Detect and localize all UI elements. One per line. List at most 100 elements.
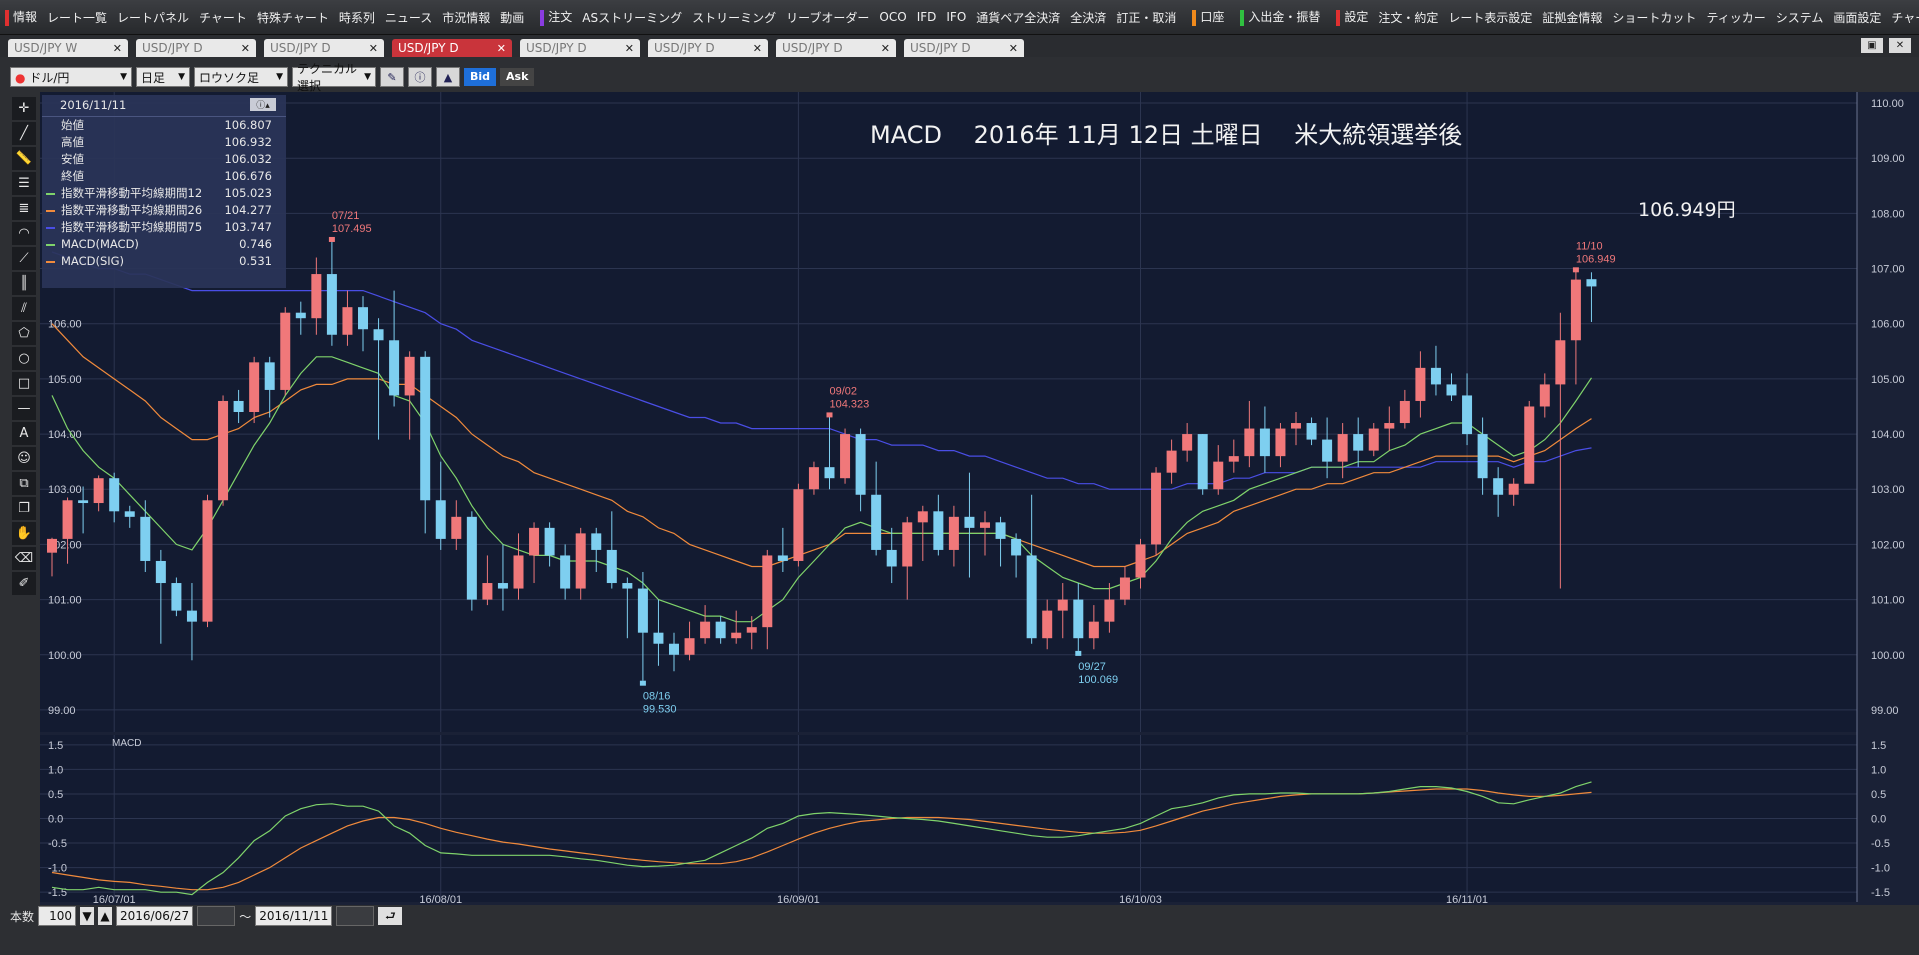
menu-item[interactable]: 情報 <box>0 8 42 26</box>
technical-select[interactable]: テクニカル選択 ▼ <box>292 62 376 93</box>
count-up-button[interactable]: ▲ <box>98 907 113 925</box>
candle-down <box>264 362 275 390</box>
channel-tool[interactable]: ⫽ <box>12 297 36 320</box>
menu-item[interactable]: ショートカット <box>1607 9 1701 26</box>
trendline-tool[interactable]: ╱ <box>12 122 36 145</box>
series-swatch <box>46 176 55 178</box>
hand-tool[interactable]: ✋ <box>12 522 36 545</box>
to-time-input[interactable] <box>336 906 375 926</box>
menu-item[interactable]: ニュース <box>380 9 437 26</box>
info-button[interactable]: ⓘ <box>408 67 432 87</box>
close-tab-icon[interactable]: ✕ <box>241 42 250 55</box>
info-rows: 始値 106.807 高値 106.932 安値 106.032 終値 106.676 指数平滑… <box>42 117 286 270</box>
chart-tab[interactable]: USD/JPY D ✕ <box>904 39 1024 57</box>
menu-item[interactable]: チャート <box>194 9 252 26</box>
menu-item[interactable]: チャート <box>1886 9 1919 26</box>
menu-item[interactable]: IFO <box>941 10 971 24</box>
candle-down <box>669 643 679 655</box>
menu-item[interactable]: 市況情報 <box>437 9 495 26</box>
menu-item[interactable]: 設定 <box>1331 8 1373 26</box>
menu-item[interactable]: ティッカー <box>1701 9 1770 26</box>
menu-item[interactable]: 入出金・振替 <box>1235 8 1325 26</box>
horizontal-lines-tool[interactable]: ☰ <box>12 172 36 195</box>
close-tab-icon[interactable]: ✕ <box>881 42 890 55</box>
menu-item[interactable]: レート一覧 <box>42 9 112 26</box>
icon-stamp-tool[interactable]: ☺ <box>12 447 36 470</box>
currency-pair-select[interactable]: ● ドル/円 ▼ <box>10 67 132 87</box>
menu-item[interactable]: 特殊チャート <box>252 9 334 26</box>
count-down-button[interactable]: ▼ <box>80 907 95 925</box>
draw-pen-button[interactable]: ✎ <box>380 67 404 87</box>
menu-item[interactable]: 証拠金情報 <box>1537 9 1607 26</box>
chart-tab[interactable]: USD/JPY D ✕ <box>392 39 512 57</box>
close-tab-icon[interactable]: ✕ <box>753 42 762 55</box>
menu-item[interactable]: ストリーミング <box>687 9 781 26</box>
menu-item[interactable]: レートパネル <box>112 9 194 26</box>
menu-item[interactable]: 時系列 <box>334 9 380 26</box>
to-date-input[interactable]: 2016/11/11 <box>255 906 333 926</box>
close-tab-icon[interactable]: ✕ <box>369 42 378 55</box>
menu-item[interactable]: 注文・約定 <box>1373 9 1443 26</box>
hline-tool[interactable]: — <box>12 397 36 420</box>
close-tab-icon[interactable]: ✕ <box>113 42 122 55</box>
chart-tab[interactable]: USD/JPY D ✕ <box>136 39 256 57</box>
text-tool[interactable]: A <box>12 422 36 445</box>
info-row-value: 103.747 <box>224 220 272 234</box>
close-window-icon[interactable]: ✕ <box>1889 38 1911 53</box>
annotation-date: 11/10 <box>1576 240 1603 252</box>
chart-tab[interactable]: USD/JPY D ✕ <box>648 39 768 57</box>
pentagon-tool[interactable]: ⬠ <box>12 322 36 345</box>
restore-window-icon[interactable]: ▣ <box>1861 38 1883 53</box>
chart-tab[interactable]: USD/JPY D ✕ <box>520 39 640 57</box>
crosshair-tool[interactable]: ✛ <box>12 97 36 120</box>
candle-up <box>1275 428 1286 457</box>
info-row: 指数平滑移動平均線期間75 103.747 <box>42 219 286 236</box>
from-date-input[interactable]: 2016/06/27 <box>116 906 194 926</box>
close-tab-icon[interactable]: ✕ <box>625 42 634 55</box>
eraser-all-tool[interactable]: ✐ <box>12 572 36 595</box>
close-tab-icon[interactable]: ✕ <box>1009 42 1018 55</box>
count-input[interactable]: 100 <box>38 906 77 926</box>
chart-type-select[interactable]: ロウソク足 ▼ <box>194 67 288 87</box>
layers-tool[interactable]: ❐ <box>12 497 36 520</box>
menu-item[interactable]: 注文 <box>535 8 577 26</box>
rectangle-tool[interactable]: □ <box>12 372 36 395</box>
menu-item[interactable]: 口座 <box>1187 8 1229 26</box>
vertical-lines-tool[interactable]: ║ <box>12 272 36 295</box>
candle-up <box>529 527 540 556</box>
menu-item[interactable]: 画面設定 <box>1828 9 1886 26</box>
menu-item[interactable]: ASストリーミング <box>577 9 687 26</box>
fibonacci-tool[interactable]: ≣ <box>12 197 36 220</box>
menu-item[interactable]: 全決済 <box>1065 9 1111 26</box>
bid-toggle[interactable]: Bid <box>464 68 497 86</box>
arc-tool[interactable]: ◠ <box>12 222 36 245</box>
refresh-button[interactable]: ⮐ <box>378 907 403 925</box>
mountain-chart-button[interactable]: ▲ <box>436 67 460 87</box>
menu-item[interactable]: リーブオーダー <box>781 9 874 26</box>
menu-item[interactable]: OCO <box>874 10 911 24</box>
menu-item-label: ASストリーミング <box>582 10 683 25</box>
fan-tool[interactable]: ⟋ <box>12 247 36 270</box>
menu-item[interactable]: 訂正・取消 <box>1111 9 1181 26</box>
chart-tab[interactable]: USD/JPY D ✕ <box>776 39 896 57</box>
ask-toggle[interactable]: Ask <box>500 68 535 86</box>
menu-item-label: ティッカー <box>1706 10 1766 25</box>
info-row: 指数平滑移動平均線期間26 104.277 <box>42 202 286 219</box>
ruler-tool[interactable]: 📏 <box>12 147 36 170</box>
chart-tab[interactable]: USD/JPY D ✕ <box>264 39 384 57</box>
menu-item[interactable]: レート表示設定 <box>1443 9 1537 26</box>
menu-item[interactable]: 通貨ペア全決済 <box>971 9 1065 26</box>
copy-tool[interactable]: ⧉ <box>12 472 36 495</box>
menu-item[interactable]: 動画 <box>495 9 529 26</box>
from-time-input[interactable] <box>197 906 236 926</box>
info-panel-toggle[interactable]: ⓘ▴ <box>250 98 276 111</box>
menu-item[interactable]: IFD <box>912 10 942 24</box>
chart-canvas[interactable]: 110.00109.00108.00107.00106.00106.00105.… <box>40 92 1919 905</box>
chart-tab[interactable]: USD/JPY W ✕ <box>8 39 128 57</box>
period-select[interactable]: 日足 ▼ <box>136 67 190 87</box>
close-tab-icon[interactable]: ✕ <box>497 42 506 55</box>
macd-tick-label: 1.5 <box>1871 740 1886 752</box>
eraser-tool[interactable]: ⌫ <box>12 547 36 570</box>
menu-item[interactable]: システム <box>1771 9 1829 26</box>
circle-tool[interactable]: ○ <box>12 347 36 370</box>
